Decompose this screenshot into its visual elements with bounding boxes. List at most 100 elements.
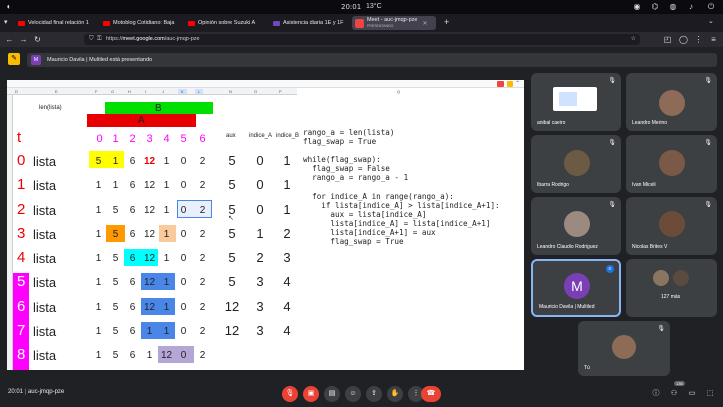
chat-icon[interactable]: ▭ — [686, 388, 698, 400]
browser-tab-strip: ▾ Velocidad final relación 1 Motoblog Co… — [0, 14, 723, 32]
participant-tile[interactable]: 🎙 Nicolas Brites V — [626, 197, 717, 255]
activities-icon[interactable]: ✎ — [8, 53, 20, 65]
cell-value: 0 — [180, 326, 187, 337]
participant-name: anibal caeiro — [537, 120, 566, 126]
forward-icon[interactable]: → — [18, 34, 29, 45]
participant-name: Mauricio Davila | Multiled — [539, 304, 595, 310]
cell-value: 1 — [146, 326, 153, 337]
participant-name: Leandro Merino — [632, 120, 668, 126]
column-index: 6 — [199, 133, 206, 145]
cell-value: 0 — [180, 277, 187, 288]
youtube-icon — [188, 20, 195, 26]
emoji-button[interactable]: ☺ — [345, 386, 361, 402]
os-clock: 20:01 — [341, 3, 362, 11]
mic-toggle-button[interactable]: 🎙 — [282, 386, 298, 402]
os-top-bar: ◐ 20:01 13°C ◉ ⌬ ◍ ♪ ⏻ — [0, 0, 723, 14]
url-host: meet.google.com — [122, 36, 165, 42]
mic-tray-icon[interactable]: ◍ — [668, 2, 678, 12]
cell-value: 12 — [143, 180, 156, 191]
row-index: 4 — [17, 249, 26, 266]
cell-value: 6 — [129, 253, 136, 264]
indice-b-value: 1 — [283, 202, 291, 217]
screen-thumbnail — [553, 87, 597, 111]
participant-tile[interactable]: 🎙 Ivan Miceli — [626, 135, 717, 193]
info-icon[interactable]: ⓘ — [650, 388, 662, 400]
volume-icon[interactable]: ♪ — [686, 2, 696, 12]
cell-value: 5 — [112, 302, 119, 313]
tab-list-icon[interactable]: ▾ — [4, 18, 8, 26]
thumbnail-window — [559, 92, 577, 106]
app-launcher-icon[interactable]: ◐ — [4, 2, 14, 12]
firefox-tray-icon[interactable]: ◉ — [632, 2, 642, 12]
tab-motoblog[interactable]: Motoblog Cotidiano: Baja — [103, 16, 183, 30]
row-index: 7 — [17, 322, 26, 339]
mic-off-icon: 🎙 — [657, 326, 665, 332]
power-icon[interactable]: ⏻ — [706, 2, 716, 12]
cell-value: 1 — [112, 156, 119, 167]
captions-button[interactable]: ▤ — [324, 386, 340, 402]
leave-call-button[interactable]: ☎ — [421, 386, 441, 402]
participant-name: Nicolas Brites V — [632, 244, 668, 250]
participant-tile-more[interactable]: 127 más — [626, 259, 717, 317]
column-index: 5 — [180, 133, 187, 145]
forms-icon — [273, 20, 280, 26]
more-participants-label: 127 más — [661, 294, 681, 300]
extensions-icon[interactable]: ⋮ — [693, 34, 704, 45]
cell-value[interactable]: 0 — [175, 205, 192, 216]
participant-tile[interactable]: 🎙 anibal caeiro — [531, 73, 621, 131]
row-label: lista — [33, 300, 57, 315]
present-button[interactable]: ⇪ — [366, 386, 382, 402]
indice-b-value: 1 — [283, 177, 291, 192]
account-icon[interactable]: ◯ — [678, 34, 689, 45]
meet-bottom-bar — [0, 377, 723, 407]
row-label: lista — [33, 154, 57, 169]
activities-icon[interactable]: ⬚ — [704, 388, 716, 400]
cell-value: 1 — [163, 277, 170, 288]
people-icon[interactable]: ⚇ — [668, 388, 680, 400]
cell-value: 1 — [163, 156, 170, 167]
camera-toggle-button[interactable]: ▣ — [303, 386, 319, 402]
tab-meet[interactable]: Meet - auc-jmqp-pze PRESENTANDO ✕ — [352, 16, 436, 30]
presenter-app-icon — [507, 81, 513, 87]
cell-value: 1 — [95, 350, 102, 361]
participant-avatar — [653, 270, 669, 286]
network-icon[interactable]: ⌬ — [650, 2, 660, 12]
close-icon[interactable]: ✕ — [422, 20, 427, 27]
pocket-icon[interactable]: ◰ — [662, 34, 673, 45]
self-tile[interactable]: 🎙 Tú — [578, 321, 670, 376]
tab-label: Motoblog Cotidiano: Baja — [113, 20, 175, 26]
reload-icon[interactable]: ↻ — [32, 34, 43, 45]
shared-window-titlebar: ⌃ — [7, 80, 524, 88]
cell-value: 5 — [112, 253, 119, 264]
list-all-tabs-icon[interactable]: ⌄ — [708, 17, 714, 25]
bookmark-star-icon[interactable]: ☆ — [631, 34, 636, 45]
indice-a-value: 1 — [256, 226, 264, 241]
raise-hand-button[interactable]: ✋ — [387, 386, 403, 402]
participant-tile[interactable]: 🎙 Leandro Merino — [626, 73, 717, 131]
python-code-block: rango_a = len(lista) flag_swap = True wh… — [303, 128, 500, 247]
tab-label: Opinión sobre Suzuki A — [198, 20, 256, 26]
tab-suzuki[interactable]: Opinión sobre Suzuki A — [188, 16, 268, 30]
cell-value: 12 — [143, 229, 156, 240]
participant-name: Tú — [584, 365, 590, 371]
meeting-time: 20:01 — [8, 389, 24, 395]
url-bar[interactable]: ⛉ ⚿ https://meet.google.com/auc-jmqp-pze… — [84, 34, 640, 45]
cell-value: 0 — [180, 229, 187, 240]
participant-tile-active[interactable]: M ≡ Mauricio Davila | Multiled — [531, 259, 621, 317]
participant-tile[interactable]: 🎙 Ibarra Rodrigo — [531, 135, 621, 193]
cell-value: 0 — [180, 302, 187, 313]
cell-value: 12 — [143, 205, 156, 216]
new-tab-icon[interactable]: + — [444, 17, 449, 27]
speaking-icon: ≡ — [606, 265, 614, 273]
back-icon[interactable]: ← — [4, 34, 15, 45]
menu-icon[interactable]: ≡ — [708, 34, 719, 45]
cell-value: 5 — [112, 326, 119, 337]
tab-asistencia[interactable]: Asistencia diaria 1E y 1F — [273, 16, 351, 30]
cell-value: 1 — [95, 277, 102, 288]
cell-value[interactable]: 2 — [194, 205, 211, 216]
tab-velocidad[interactable]: Velocidad final relación 1 — [18, 16, 98, 30]
participant-tile[interactable]: 🎙 Leandro Claudio Rodriguez — [531, 197, 621, 255]
cell-value: 6 — [129, 229, 136, 240]
aux-value: 5 — [228, 226, 236, 241]
presenting-banner: M Mauricio Davila | Multiled está presen… — [27, 53, 717, 67]
